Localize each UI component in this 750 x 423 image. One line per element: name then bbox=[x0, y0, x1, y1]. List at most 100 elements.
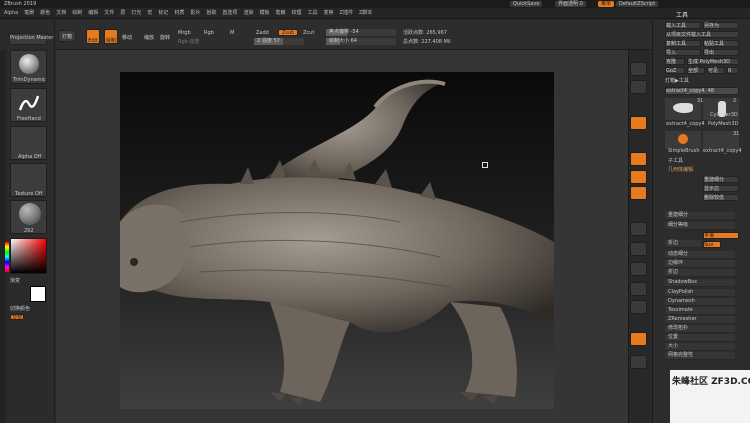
lightbox-button[interactable]: 灯箱 bbox=[58, 30, 76, 42]
goz-button[interactable]: GoZ bbox=[665, 67, 685, 74]
zadd-button[interactable]: Zadd bbox=[256, 30, 269, 36]
save-as-button[interactable]: 另存为 bbox=[703, 22, 739, 29]
tool-subsection[interactable]: 网格完整性 bbox=[665, 352, 735, 360]
texture-slot[interactable]: Texture Off bbox=[10, 163, 47, 197]
lightbox-tools-button[interactable]: 灯箱▶工具 bbox=[665, 78, 689, 84]
copy-tool-button[interactable]: 复制工具 bbox=[665, 40, 701, 47]
menu-item[interactable]: 文件 bbox=[104, 10, 114, 16]
rotate-view-icon[interactable] bbox=[630, 282, 647, 296]
menu-item[interactable]: 变换 bbox=[324, 10, 334, 16]
menu-item[interactable]: 编辑 bbox=[88, 10, 98, 16]
document-canvas[interactable] bbox=[120, 72, 554, 409]
move-view-icon[interactable] bbox=[630, 242, 647, 256]
tool-subsection[interactable]: 折边 bbox=[665, 240, 701, 248]
tool-subsection[interactable]: Dynamesh bbox=[665, 298, 735, 306]
all-button[interactable]: 全部 bbox=[687, 67, 705, 74]
rotate-button[interactable]: 旋转 bbox=[160, 35, 170, 41]
stroke-slot[interactable]: FreeHand bbox=[10, 88, 47, 122]
tool-subsection[interactable]: 修改拓扑 bbox=[665, 325, 735, 333]
symmetry-icon[interactable] bbox=[630, 186, 647, 200]
menu-button[interactable]: 菜单 bbox=[598, 1, 615, 7]
rgb-button[interactable]: Rgb bbox=[204, 30, 214, 36]
menu-item[interactable]: Alpha bbox=[4, 10, 18, 16]
tool-subsection[interactable]: ClayPolish bbox=[665, 289, 735, 297]
secondary-color-swatch[interactable] bbox=[30, 286, 46, 302]
brush-slot[interactable]: TrimDynamic bbox=[10, 50, 47, 84]
geometry-section[interactable]: 几何体编辑 bbox=[668, 167, 693, 173]
quicksave-button[interactable]: QuickSave bbox=[510, 1, 543, 7]
material-slot[interactable]: 292 bbox=[10, 200, 47, 234]
r-button[interactable]: R bbox=[727, 67, 739, 74]
frame-icon[interactable] bbox=[630, 222, 647, 236]
menu-item[interactable]: 颜色 bbox=[40, 10, 50, 16]
menu-item[interactable]: 笔触 bbox=[275, 10, 285, 16]
menu-item[interactable]: 模板 bbox=[259, 10, 269, 16]
scale-button[interactable]: 缩放 bbox=[144, 35, 154, 41]
projection-master-button[interactable]: Projection Master bbox=[9, 33, 53, 45]
menu-item[interactable]: 标记 bbox=[158, 10, 168, 16]
draw-button[interactable]: 绘制 bbox=[104, 29, 118, 44]
suv-toggle[interactable]: Suv bbox=[703, 241, 721, 248]
floor-icon[interactable] bbox=[630, 152, 647, 166]
move-button[interactable]: 移动 bbox=[122, 35, 132, 41]
tool-subsection[interactable]: 细分等级 bbox=[665, 222, 735, 230]
alternate-button[interactable]: 交替 bbox=[10, 314, 24, 321]
spix-icon[interactable] bbox=[630, 80, 647, 94]
tool-subsection[interactable]: 动态细分 bbox=[665, 251, 735, 259]
visible-button[interactable]: 可见 bbox=[707, 67, 725, 74]
gradient-label[interactable]: 渐变 bbox=[10, 278, 20, 284]
paste-tool-button[interactable]: 粘贴工具 bbox=[703, 40, 739, 47]
menu-item[interactable]: Z脚本 bbox=[359, 10, 372, 16]
left-scroll-strip[interactable] bbox=[0, 50, 6, 423]
mrgb-button[interactable]: Mrgb bbox=[178, 30, 191, 36]
line-fill-icon[interactable] bbox=[630, 300, 647, 314]
menu-item[interactable]: Z插件 bbox=[340, 10, 353, 16]
hide-edges-button[interactable]: 显示边 bbox=[703, 185, 739, 192]
m-button[interactable]: M bbox=[230, 30, 234, 36]
ui-transparency-slider[interactable]: 界面透明 0 bbox=[555, 1, 586, 7]
tool-thumb-simplebrush[interactable] bbox=[665, 131, 701, 149]
zsub-button[interactable]: Zsub bbox=[278, 29, 298, 36]
menu-item[interactable]: 影片 bbox=[190, 10, 200, 16]
load-from-project-button[interactable]: 从项目文件载入工具 bbox=[665, 31, 739, 38]
edit-button[interactable]: Edit bbox=[86, 29, 100, 44]
menu-item[interactable]: 绘制 bbox=[72, 10, 82, 16]
default-zscript-button[interactable]: DefaultZScript bbox=[616, 1, 659, 7]
smooth-toggle[interactable]: 平滑 bbox=[703, 232, 739, 239]
tool-subsection[interactable]: 大小 bbox=[665, 343, 735, 351]
hue-strip[interactable] bbox=[5, 242, 9, 272]
tool-subsection[interactable]: 折边 bbox=[665, 269, 735, 277]
menu-item[interactable]: 工具 bbox=[308, 10, 318, 16]
transp-icon[interactable] bbox=[630, 332, 647, 346]
tool-subsection[interactable]: ShadowBox bbox=[665, 279, 735, 287]
reconstruct-subdiv-button[interactable]: 重建细分 bbox=[703, 176, 739, 183]
tool-thumb-extract[interactable] bbox=[665, 98, 701, 120]
menu-item[interactable]: 纹理 bbox=[291, 10, 301, 16]
dynamic-icon[interactable] bbox=[630, 355, 647, 369]
switch-color-button[interactable]: 切换颜色 bbox=[10, 306, 30, 312]
current-tool-slider[interactable]: extract4_copy4. 48 bbox=[665, 87, 739, 95]
menu-item[interactable]: 渲染 bbox=[243, 10, 253, 16]
menu-item[interactable]: 笔刷 bbox=[24, 10, 34, 16]
zoom-view-icon[interactable] bbox=[630, 262, 647, 276]
menu-item[interactable]: 宏 bbox=[147, 10, 152, 16]
local-icon[interactable] bbox=[630, 170, 647, 184]
tool-subsection[interactable]: Tessimate bbox=[665, 307, 735, 315]
tool-subsection[interactable]: 位置 bbox=[665, 334, 735, 342]
make-polymesh-button[interactable]: 生成 PolyMesh3D bbox=[687, 58, 739, 65]
draw-size-slider[interactable]: 绘制大小 64 bbox=[326, 38, 396, 45]
tool-subsection[interactable]: ZRemesher bbox=[665, 316, 735, 324]
menu-item[interactable]: 材质 bbox=[174, 10, 184, 16]
menu-item[interactable]: 灯光 bbox=[131, 10, 141, 16]
menu-item[interactable]: 层 bbox=[120, 10, 125, 16]
import-button[interactable]: 导入 bbox=[665, 49, 701, 56]
bpr-icon[interactable] bbox=[630, 62, 647, 76]
color-picker[interactable] bbox=[10, 238, 47, 274]
z-intensity-slider[interactable]: Z 强度 57 bbox=[254, 38, 304, 45]
zcut-button[interactable]: Zcut bbox=[303, 30, 314, 36]
menu-item[interactable]: 文档 bbox=[56, 10, 66, 16]
tool-subsection[interactable]: 重建细分 bbox=[665, 212, 735, 220]
tool-subsection[interactable]: 边缘环 bbox=[665, 260, 735, 268]
load-tool-button[interactable]: 载入工具 bbox=[665, 22, 701, 29]
focal-shift-slider[interactable]: 焦点偏移 -54 bbox=[326, 29, 396, 36]
